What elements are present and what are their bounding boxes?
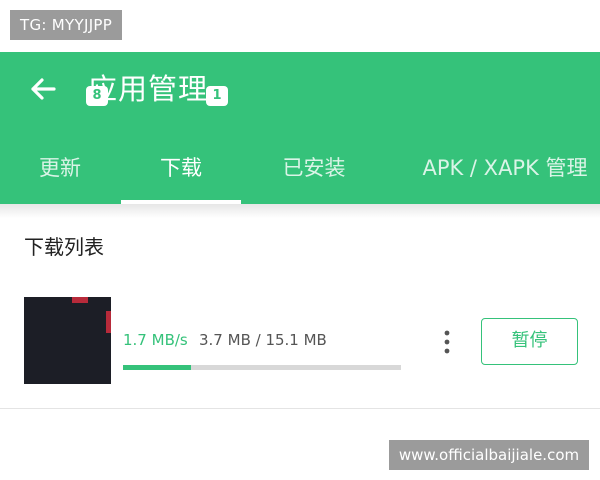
tab-apk-xapk[interactable]: APK / XAPK 管理: [410, 132, 600, 204]
download-size: 3.7 MB / 15.1 MB: [199, 331, 327, 349]
download-progress-fill: [123, 365, 192, 370]
pause-button[interactable]: 暂停: [481, 318, 578, 365]
updates-count-badge: 8: [86, 86, 108, 106]
header-shadow: [0, 204, 600, 218]
tab-bar: 更新 下载 已安装 APK / XAPK 管理: [0, 132, 600, 204]
app-manager-screen: TG: MYYJJPP 应用管理 更新 下载 已安装 APK / XAPK 管理…: [0, 0, 600, 480]
tab-apk-xapk-label: APK / XAPK 管理: [422, 156, 588, 180]
tab-downloads-label: 下载: [160, 156, 202, 180]
app-icon: [24, 297, 111, 384]
tab-downloads[interactable]: 下载: [121, 132, 241, 204]
watermark-bottom-right: www.officialbaijiale.com: [389, 440, 589, 470]
more-vertical-icon[interactable]: [437, 328, 457, 356]
tab-installed-label: 已安装: [282, 156, 346, 180]
arrow-left-icon[interactable]: [26, 72, 60, 106]
downloads-count-badge: 1: [206, 86, 228, 106]
download-speed: 1.7 MB/s: [123, 331, 188, 349]
tab-installed[interactable]: 已安装: [262, 132, 366, 204]
app-bar: 应用管理 更新 下载 已安装 APK / XAPK 管理: [0, 52, 600, 204]
tab-updates[interactable]: 更新: [24, 132, 96, 204]
top-strip: TG: MYYJJPP: [0, 0, 600, 52]
watermark-top-left: TG: MYYJJPP: [10, 10, 123, 40]
list-divider: [0, 408, 600, 409]
download-progress-bar: [123, 365, 401, 370]
section-title: 下载列表: [24, 235, 104, 259]
tab-updates-label: 更新: [39, 156, 81, 180]
